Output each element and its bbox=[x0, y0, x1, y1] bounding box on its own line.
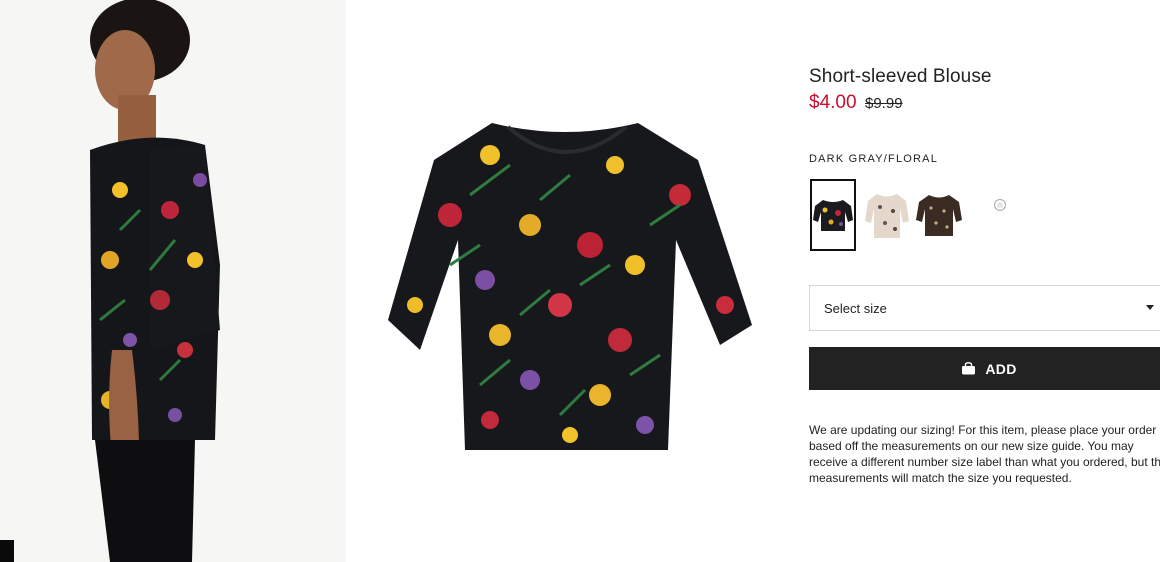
price-row: $4.00 $9.99 bbox=[809, 92, 903, 114]
color-swatch-dark-gray-floral[interactable] bbox=[810, 179, 856, 251]
product-info: Short-sleeved Blouse $4.00 $9.99 DARK GR… bbox=[809, 0, 1160, 562]
sale-price: $4.00 bbox=[809, 92, 857, 113]
original-price: $9.99 bbox=[865, 95, 903, 112]
color-swatch-beige-pattern[interactable] bbox=[864, 179, 910, 251]
swatch-image bbox=[865, 194, 909, 238]
color-name: DARK GRAY/FLORAL bbox=[809, 153, 939, 165]
corner-badge[interactable] bbox=[0, 540, 14, 562]
color-swatch-brown-pattern[interactable] bbox=[916, 179, 962, 251]
add-button-label: ADD bbox=[985, 360, 1017, 377]
sizing-note: We are updating our sizing! For this ite… bbox=[809, 423, 1160, 485]
blouse-image bbox=[388, 123, 752, 450]
chevron-down-icon bbox=[1146, 305, 1154, 310]
loading-spinner-icon bbox=[994, 199, 1006, 211]
swatch-image bbox=[813, 200, 853, 231]
swatch-image bbox=[916, 195, 962, 236]
product-image[interactable] bbox=[380, 105, 760, 455]
size-select[interactable]: Select size bbox=[809, 285, 1160, 331]
product-title: Short-sleeved Blouse bbox=[809, 66, 992, 87]
shopping-bag-icon bbox=[962, 362, 976, 375]
model-image bbox=[0, 0, 346, 562]
add-to-bag-button[interactable]: ADD bbox=[809, 347, 1160, 390]
size-select-label: Select size bbox=[824, 301, 887, 316]
model-photo[interactable] bbox=[0, 0, 346, 562]
